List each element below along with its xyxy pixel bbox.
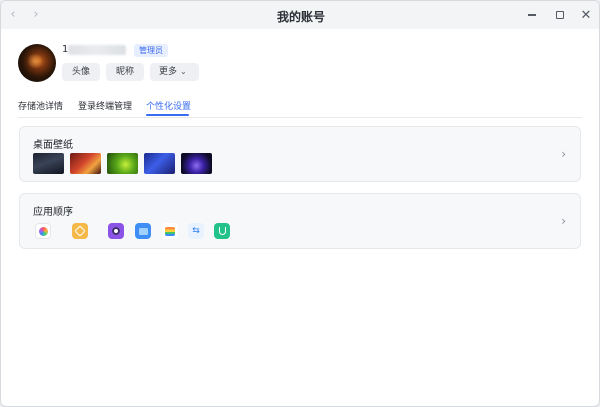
transfer-icon: ⇆ (188, 223, 204, 239)
window-title: 我的账号 (276, 10, 325, 24)
notes-icon (72, 223, 88, 239)
chevron-right-icon: › (561, 214, 566, 228)
chevron-down-icon: ⌄ (180, 67, 187, 76)
avatar[interactable] (18, 44, 56, 82)
change-nickname-button[interactable]: 昵称 (106, 63, 144, 81)
layers-icon (162, 223, 178, 239)
wallpaper-dark-mountain[interactable] (33, 153, 64, 174)
photos-icon (35, 223, 51, 239)
tab-login-terminals[interactable]: 登录终端管理 (78, 101, 132, 113)
wallpaper-purple-wave[interactable] (181, 153, 212, 174)
files-icon (135, 223, 151, 239)
active-tab-indicator (146, 114, 189, 116)
wallpaper-card-title: 桌面壁纸 (33, 140, 73, 151)
account-window: ‹ › 我的账号 ✕ 1 管理员 头像 昵称 更多 ⌄ 存储池详情 登录终端管理 … (0, 0, 600, 407)
wallpaper-green-leaf[interactable] (107, 153, 138, 174)
tab-personalization[interactable]: 个性化设置 (146, 101, 191, 113)
wallpaper-red-abstract[interactable] (70, 153, 101, 174)
app-order-card[interactable]: 应用顺序 ⇆ › (19, 193, 581, 249)
wallpaper-blue-abstract[interactable] (144, 153, 175, 174)
maximize-icon[interactable] (551, 6, 569, 24)
more-button[interactable]: 更多 ⌄ (150, 63, 199, 81)
backup-icon (214, 223, 230, 239)
wallpaper-card[interactable]: 桌面壁纸 › (19, 126, 581, 182)
role-badge: 管理员 (134, 44, 168, 57)
chevron-right-icon: › (561, 147, 566, 161)
more-button-label: 更多 (159, 67, 178, 77)
tab-storage-pool[interactable]: 存储池详情 (18, 101, 63, 113)
close-icon[interactable]: ✕ (577, 6, 595, 24)
change-avatar-button[interactable]: 头像 (62, 63, 100, 81)
title-bar: ‹ › 我的账号 ✕ (1, 1, 599, 29)
username-redaction (68, 45, 126, 55)
minimize-icon[interactable] (523, 6, 541, 24)
music-icon (108, 223, 124, 239)
app-order-card-title: 应用顺序 (33, 207, 73, 218)
tab-divider (18, 117, 582, 118)
